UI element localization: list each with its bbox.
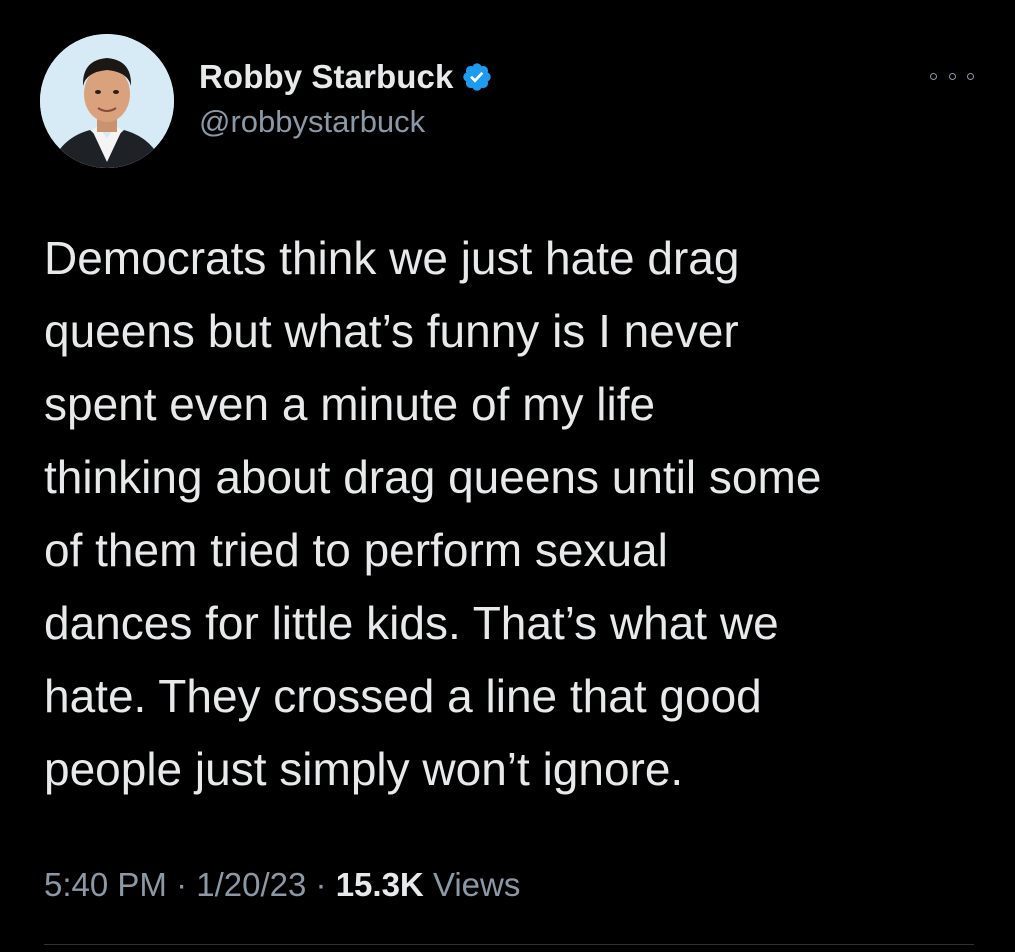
tweet-date[interactable]: 1/20/23 [196, 866, 306, 903]
dot-icon [967, 72, 974, 80]
divider [44, 944, 974, 945]
tweet-text-line: of them tried to perform sexual [44, 524, 668, 576]
dot-icon [948, 72, 956, 80]
tweet-author[interactable]: Robby Starbuck @robbystarbuck [199, 56, 493, 140]
tweet-meta: 5:40 PM · 1/20/23 · 15.3K Views [44, 866, 520, 904]
author-handle[interactable]: @robbystarbuck [199, 104, 493, 140]
author-name-row: Robby Starbuck [199, 56, 493, 98]
tweet-text: Democrats think we just hate drag queens… [44, 222, 994, 806]
tweet-time[interactable]: 5:40 PM [44, 866, 167, 903]
dot-icon [930, 72, 937, 80]
tweet-text-line: Democrats think we just hate drag [44, 232, 740, 284]
avatar-image [40, 34, 174, 168]
tweet-text-line: people just simply won’t ignore. [44, 743, 684, 795]
more-options-icon[interactable] [930, 64, 974, 88]
author-display-name[interactable]: Robby Starbuck [199, 58, 453, 96]
meta-separator: · [315, 866, 327, 903]
verified-badge-icon [461, 61, 493, 93]
views-label: Views [432, 866, 521, 903]
tweet-text-line: hate. They crossed a line that good [44, 670, 762, 722]
tweet-text-line: dances for little kids. That’s what we [44, 597, 779, 649]
tweet-text-line: spent even a minute of my life [44, 378, 656, 430]
tweet-text-line: queens but what’s funny is I never [44, 305, 739, 357]
views-count: 15.3K [335, 866, 424, 903]
meta-separator: · [176, 866, 188, 903]
tweet-text-line: thinking about drag queens until some [44, 451, 822, 503]
avatar[interactable] [40, 34, 174, 168]
